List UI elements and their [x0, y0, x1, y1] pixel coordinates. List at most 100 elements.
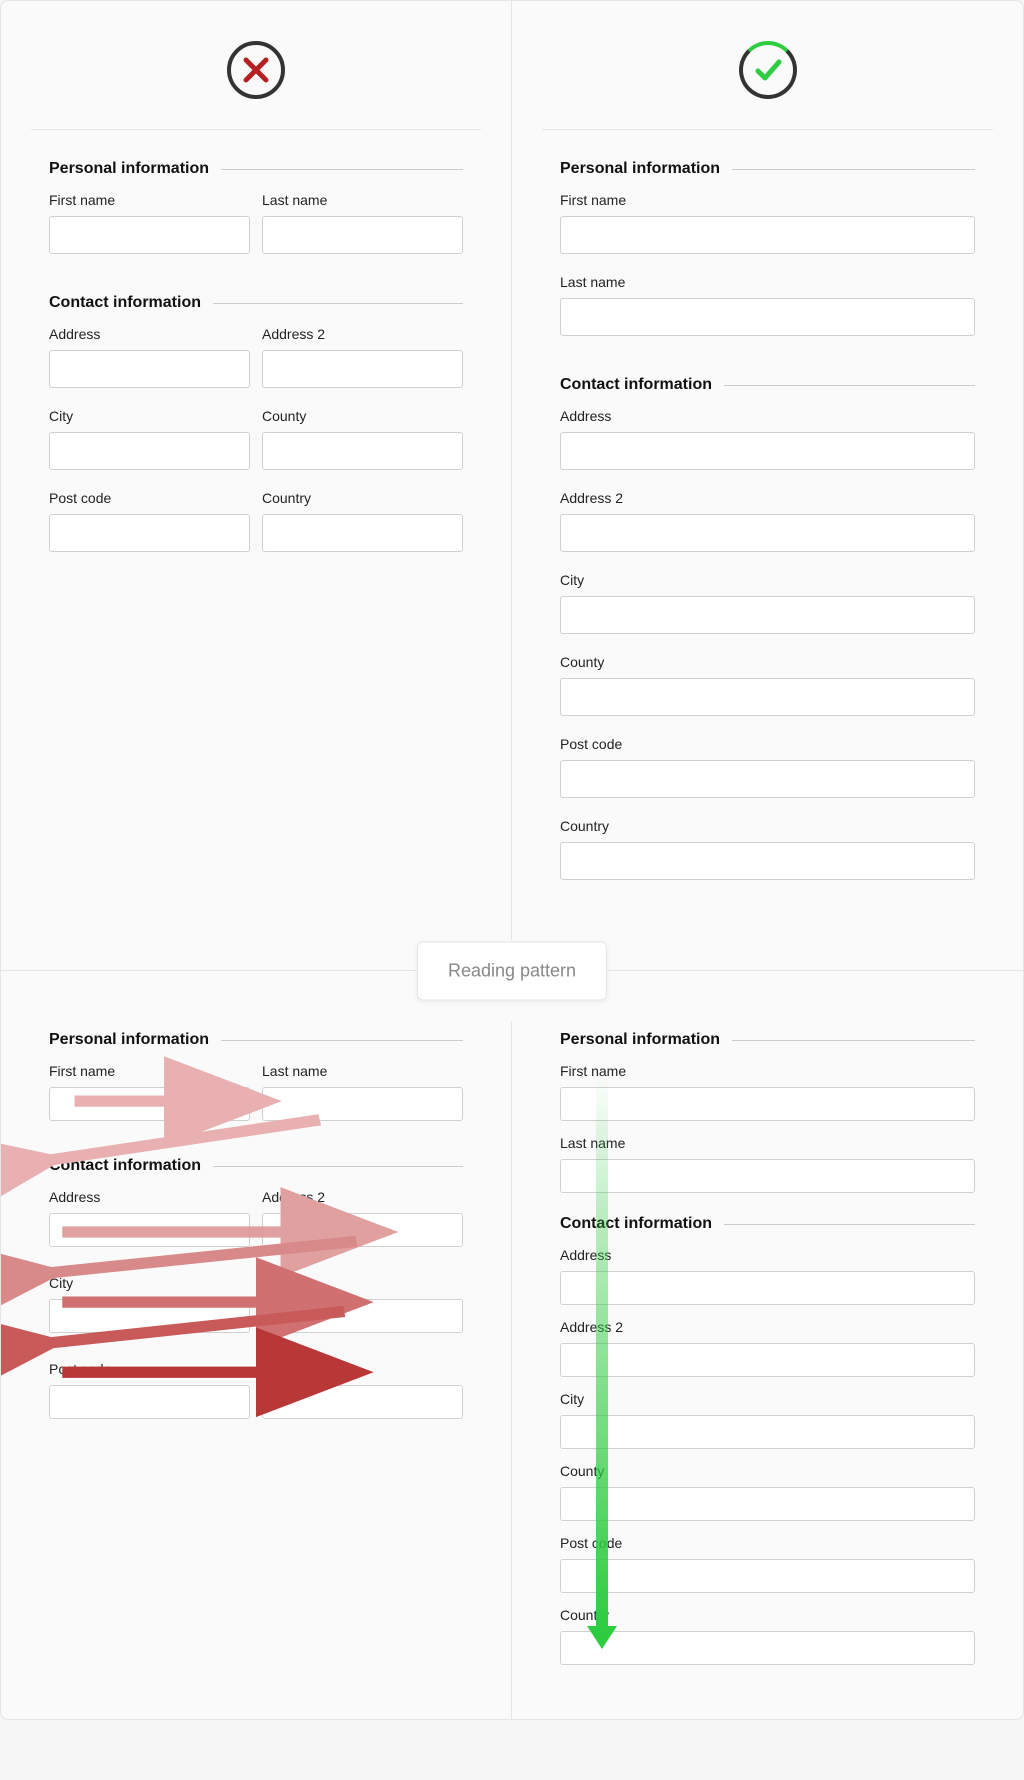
section-title: Personal information — [560, 1031, 720, 1049]
section-header-personal: Personal information — [560, 1031, 975, 1049]
label-city: City — [560, 572, 975, 588]
bad-form-pattern: Personal information First name Last nam… — [1, 1031, 511, 1433]
section-line — [724, 1224, 975, 1225]
label-post-code: Post code — [49, 1361, 250, 1377]
good-column: Personal information First name Last nam… — [512, 1, 1023, 940]
label-city: City — [560, 1391, 975, 1407]
city-input[interactable] — [49, 432, 250, 470]
label-city: City — [49, 408, 250, 424]
first-name-input[interactable] — [560, 216, 975, 254]
section-header-contact: Contact information — [560, 1215, 975, 1233]
label-country: Country — [262, 490, 463, 506]
section-title: Contact information — [49, 294, 201, 312]
post-code-input[interactable] — [49, 514, 250, 552]
country-input[interactable] — [262, 514, 463, 552]
label-address: Address — [560, 408, 975, 424]
section-header-personal: Personal information — [49, 1031, 463, 1049]
first-name-input[interactable] — [49, 1087, 250, 1121]
section-line — [221, 1040, 463, 1041]
last-name-input[interactable] — [262, 216, 463, 254]
label-post-code: Post code — [560, 736, 975, 752]
last-name-input[interactable] — [262, 1087, 463, 1121]
separator — [542, 129, 993, 130]
label-first-name: First name — [49, 192, 250, 208]
straight-arrow-icon — [582, 1071, 622, 1651]
section-line — [732, 1040, 975, 1041]
address-input[interactable] — [560, 1271, 975, 1305]
section-title: Personal information — [49, 160, 209, 178]
address-input[interactable] — [49, 1213, 250, 1247]
bad-form: Personal information First name Last nam… — [1, 160, 511, 552]
bottom-comparison: Personal information First name Last nam… — [1, 1021, 1023, 1719]
label-county: County — [560, 1463, 975, 1479]
label-address2: Address 2 — [262, 326, 463, 342]
country-input[interactable] — [560, 1631, 975, 1665]
first-name-input[interactable] — [49, 216, 250, 254]
section-header-personal: Personal information — [560, 160, 975, 178]
country-input[interactable] — [262, 1385, 463, 1419]
separator — [31, 129, 481, 130]
reading-pattern-divider: Reading pattern — [1, 970, 1023, 971]
label-post-code: Post code — [49, 490, 250, 506]
section-header-contact: Contact information — [49, 1157, 463, 1175]
check-icon — [739, 41, 797, 99]
label-post-code: Post code — [560, 1535, 975, 1551]
section-line — [724, 385, 975, 386]
label-address2: Address 2 — [560, 490, 975, 506]
address2-input[interactable] — [560, 1343, 975, 1377]
section-title: Personal information — [49, 1031, 209, 1049]
label-first-name: First name — [560, 1063, 975, 1079]
label-address2: Address 2 — [262, 1189, 463, 1205]
section-header-personal: Personal information — [49, 160, 463, 178]
county-input[interactable] — [262, 1299, 463, 1333]
post-code-input[interactable] — [560, 1559, 975, 1593]
reading-pattern-badge: Reading pattern — [417, 941, 607, 1000]
section-line — [221, 169, 463, 170]
comparison-diagram: Personal information First name Last nam… — [0, 0, 1024, 1720]
section-line — [732, 169, 975, 170]
cross-icon — [227, 41, 285, 99]
county-input[interactable] — [560, 1487, 975, 1521]
post-code-input[interactable] — [49, 1385, 250, 1419]
section-line — [213, 303, 463, 304]
label-country: Country — [560, 818, 975, 834]
top-comparison: Personal information First name Last nam… — [1, 1, 1023, 940]
address-input[interactable] — [49, 350, 250, 388]
good-form-pattern: Personal information First name Last nam… — [512, 1031, 1023, 1665]
first-name-input[interactable] — [560, 1087, 975, 1121]
county-input[interactable] — [262, 432, 463, 470]
last-name-input[interactable] — [560, 1159, 975, 1193]
bad-icon-wrap — [1, 31, 511, 129]
label-last-name: Last name — [560, 1135, 975, 1151]
label-country: Country — [560, 1607, 975, 1623]
label-address: Address — [560, 1247, 975, 1263]
county-input[interactable] — [560, 678, 975, 716]
good-form: Personal information First name Last nam… — [512, 160, 1023, 880]
section-title: Contact information — [560, 376, 712, 394]
section-header-contact: Contact information — [560, 376, 975, 394]
city-input[interactable] — [560, 596, 975, 634]
label-address2: Address 2 — [560, 1319, 975, 1335]
good-column-pattern: Personal information First name Last nam… — [512, 1021, 1023, 1719]
last-name-input[interactable] — [560, 298, 975, 336]
label-first-name: First name — [49, 1063, 250, 1079]
label-last-name: Last name — [262, 192, 463, 208]
city-input[interactable] — [49, 1299, 250, 1333]
section-title: Personal information — [560, 160, 720, 178]
address-input[interactable] — [560, 432, 975, 470]
label-county: County — [262, 408, 463, 424]
address2-input[interactable] — [262, 350, 463, 388]
section-line — [213, 1166, 463, 1167]
address2-input[interactable] — [560, 514, 975, 552]
label-first-name: First name — [560, 192, 975, 208]
city-input[interactable] — [560, 1415, 975, 1449]
post-code-input[interactable] — [560, 760, 975, 798]
bad-column-pattern: Personal information First name Last nam… — [1, 1021, 512, 1719]
country-input[interactable] — [560, 842, 975, 880]
label-address: Address — [49, 326, 250, 342]
label-country: Country — [262, 1361, 463, 1377]
address2-input[interactable] — [262, 1213, 463, 1247]
section-title: Contact information — [49, 1157, 201, 1175]
bad-column: Personal information First name Last nam… — [1, 1, 512, 940]
label-last-name: Last name — [560, 274, 975, 290]
